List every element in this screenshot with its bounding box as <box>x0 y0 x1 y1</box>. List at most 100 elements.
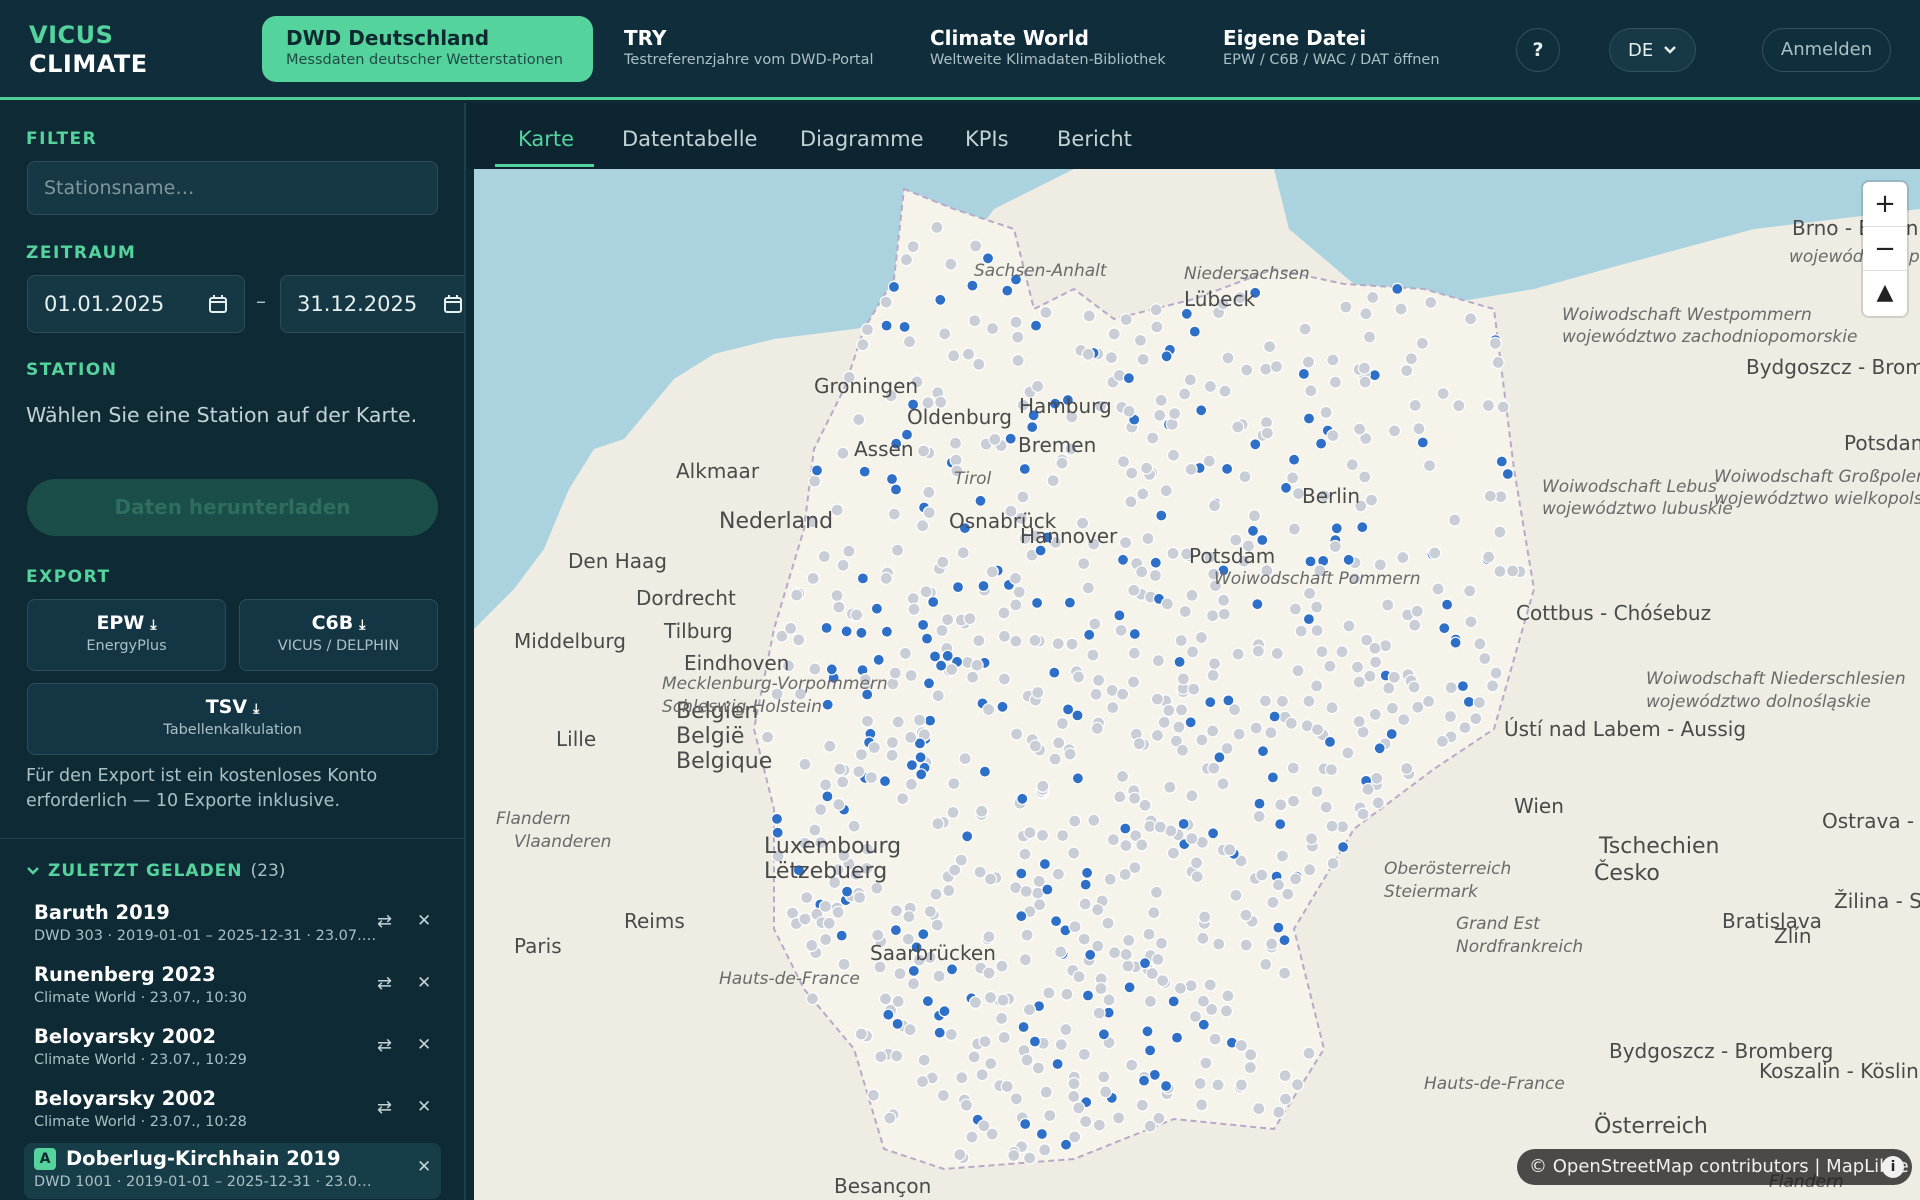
station-marker[interactable] <box>1030 379 1045 393</box>
station-marker[interactable] <box>1079 1114 1093 1129</box>
station-marker[interactable] <box>830 588 844 603</box>
station-marker[interactable] <box>1404 352 1418 366</box>
station-marker[interactable] <box>1172 720 1186 734</box>
station-marker[interactable] <box>1007 1148 1021 1163</box>
station-marker[interactable] <box>1204 696 1217 709</box>
station-marker[interactable] <box>1122 372 1136 385</box>
station-marker[interactable] <box>1274 817 1287 831</box>
station-marker[interactable] <box>1302 694 1316 708</box>
swap-icon[interactable]: ⇄ <box>377 911 392 932</box>
station-marker[interactable] <box>784 621 798 635</box>
station-marker[interactable] <box>883 1111 897 1125</box>
station-marker[interactable] <box>1275 694 1290 708</box>
station-marker[interactable] <box>1146 431 1160 445</box>
station-marker[interactable] <box>1091 673 1106 687</box>
station-marker[interactable] <box>1422 459 1437 473</box>
station-marker[interactable] <box>1262 340 1277 354</box>
station-marker[interactable] <box>810 464 824 477</box>
station-marker[interactable] <box>1373 742 1386 755</box>
station-marker[interactable] <box>1166 448 1181 462</box>
station-marker[interactable] <box>1127 583 1141 597</box>
station-marker[interactable] <box>1443 709 1458 724</box>
recent-item[interactable]: Beloyarsky 2002 Climate World · 23.07., … <box>24 1021 441 1077</box>
station-marker[interactable] <box>1063 747 1077 761</box>
language-select[interactable]: DE <box>1609 28 1696 72</box>
station-marker[interactable] <box>821 698 834 711</box>
station-marker[interactable] <box>1174 703 1189 717</box>
station-marker[interactable] <box>1206 668 1220 682</box>
station-marker[interactable] <box>1244 1048 1258 1062</box>
station-marker[interactable] <box>948 863 962 877</box>
station-marker[interactable] <box>1015 910 1028 923</box>
station-marker[interactable] <box>1310 784 1324 799</box>
station-marker[interactable] <box>975 1068 989 1082</box>
station-marker[interactable] <box>938 1005 951 1018</box>
station-marker[interactable] <box>1184 979 1198 993</box>
station-marker[interactable] <box>922 485 936 499</box>
station-marker[interactable] <box>1449 636 1462 649</box>
station-marker[interactable] <box>1032 898 1047 912</box>
station-marker[interactable] <box>1370 771 1384 785</box>
station-marker[interactable] <box>1463 312 1478 326</box>
station-marker[interactable] <box>890 1049 904 1063</box>
station-marker[interactable] <box>870 602 883 615</box>
station-marker[interactable] <box>916 519 930 533</box>
station-marker[interactable] <box>1018 462 1031 476</box>
station-marker[interactable] <box>1456 679 1470 693</box>
station-marker[interactable] <box>1150 692 1165 706</box>
station-marker[interactable] <box>1488 336 1503 350</box>
station-marker[interactable] <box>1342 553 1355 566</box>
station-marker[interactable] <box>1258 694 1273 708</box>
station-marker[interactable] <box>947 776 961 791</box>
station-marker[interactable] <box>983 872 998 886</box>
station-marker[interactable] <box>1020 928 1034 942</box>
recent-item-active[interactable]: A Doberlug-Kirchhain 2019 DWD 1001 · 2019… <box>24 1143 441 1199</box>
station-marker[interactable] <box>963 612 977 626</box>
station-marker[interactable] <box>1189 856 1204 870</box>
station-marker[interactable] <box>972 634 986 648</box>
station-marker[interactable] <box>961 347 976 361</box>
station-marker[interactable] <box>1199 1056 1213 1070</box>
station-marker[interactable] <box>1216 593 1231 607</box>
station-marker[interactable] <box>1302 613 1316 626</box>
station-marker[interactable] <box>1150 728 1165 743</box>
station-marker[interactable] <box>907 964 920 978</box>
station-marker[interactable] <box>1187 682 1201 696</box>
station-marker[interactable] <box>1162 703 1176 718</box>
station-marker[interactable] <box>831 905 845 919</box>
station-marker[interactable] <box>1175 743 1190 757</box>
station-marker[interactable] <box>1133 333 1148 347</box>
station-marker[interactable] <box>972 357 986 371</box>
station-marker[interactable] <box>1272 921 1285 934</box>
station-marker[interactable] <box>1266 771 1280 784</box>
station-marker[interactable] <box>1408 398 1422 412</box>
station-marker[interactable] <box>983 990 998 1005</box>
station-marker[interactable] <box>1436 387 1450 401</box>
station-marker[interactable] <box>1185 789 1199 803</box>
station-marker[interactable] <box>1496 400 1510 414</box>
station-marker[interactable] <box>1153 820 1167 834</box>
station-marker[interactable] <box>1249 721 1263 735</box>
station-marker[interactable] <box>1202 454 1216 468</box>
station-marker[interactable] <box>852 764 866 779</box>
station-marker[interactable] <box>1088 617 1102 631</box>
station-marker[interactable] <box>850 608 864 622</box>
station-marker[interactable] <box>1038 1143 1052 1157</box>
station-marker[interactable] <box>1274 798 1288 812</box>
station-marker[interactable] <box>1240 363 1254 377</box>
station-marker[interactable] <box>1125 1058 1139 1072</box>
station-map[interactable]: Den Haag Nederland Groningen Oldenburg H… <box>474 169 1920 1200</box>
station-marker[interactable] <box>1323 735 1337 749</box>
station-marker[interactable] <box>1113 609 1126 622</box>
station-marker[interactable] <box>1304 384 1318 398</box>
swap-icon[interactable]: ⇄ <box>377 1035 392 1056</box>
station-marker[interactable] <box>1216 777 1230 791</box>
station-marker[interactable] <box>1255 868 1269 882</box>
station-marker[interactable] <box>1194 1098 1209 1112</box>
station-marker[interactable] <box>1458 720 1472 735</box>
station-marker[interactable] <box>923 904 937 919</box>
station-marker[interactable] <box>1147 906 1161 920</box>
station-marker[interactable] <box>836 558 850 572</box>
help-button[interactable]: ? <box>1516 28 1560 72</box>
station-marker[interactable] <box>1197 910 1212 924</box>
